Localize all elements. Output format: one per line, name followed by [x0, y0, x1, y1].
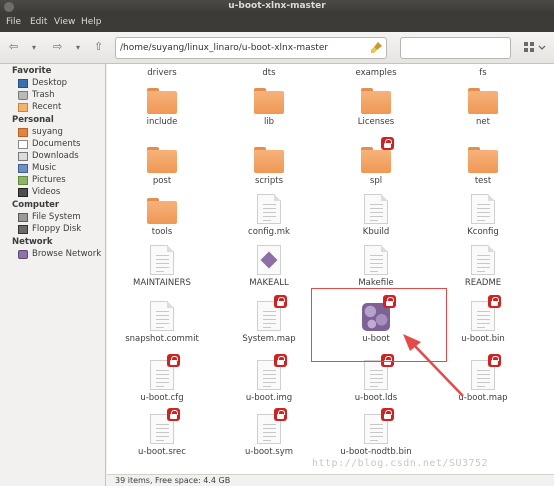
status-bar: 39 items, Free space: 4.4 GB [107, 474, 554, 486]
status-text: 39 items, Free space: 4.4 GB [115, 476, 231, 485]
annotation-arrow-icon [403, 334, 464, 397]
watermark-text: http://blog.csdn.net/SU3752 [312, 458, 489, 469]
